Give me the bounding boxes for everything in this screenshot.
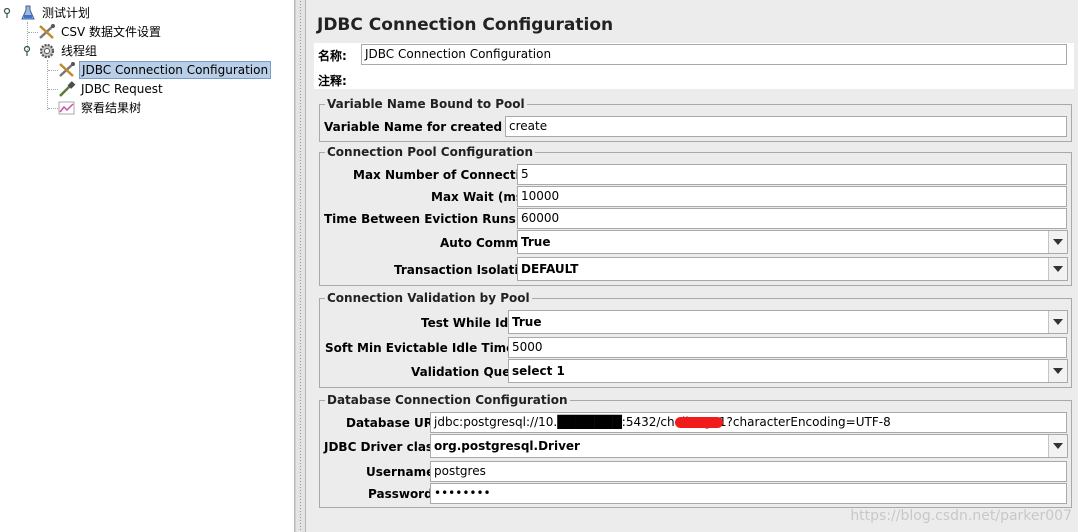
tree-connector (48, 89, 58, 90)
tree-node-label: 测试计划 (42, 6, 91, 20)
password-input[interactable]: •••••••• (430, 483, 1067, 504)
test-idle-select[interactable]: True (508, 310, 1068, 334)
tree-node-thread-group[interactable]: 线程组 (38, 42, 99, 60)
username-label: Username: (366, 465, 440, 479)
username-input[interactable]: postgres (430, 461, 1067, 482)
group-legend: Connection Pool Configuration (325, 145, 536, 159)
tree-node-label: 察看结果树 (81, 101, 142, 115)
tree-node-csv-config[interactable]: CSV 数据文件设置 (38, 23, 163, 41)
tree-node-jdbc-connection[interactable]: JDBC Connection Configuration (58, 61, 272, 79)
chevron-down-icon[interactable] (1048, 231, 1067, 253)
tree-node-result-tree[interactable]: 察看结果树 (58, 99, 143, 117)
splitter-handle[interactable] (295, 0, 306, 532)
chevron-down-icon[interactable] (1048, 360, 1067, 382)
name-label: 名称: (318, 49, 347, 63)
watermark: https://blog.csdn.net/parker007 (850, 508, 1072, 524)
page-title: JDBC Connection Configuration (317, 15, 614, 35)
driver-class-label: JDBC Driver class: (324, 440, 446, 454)
gear-icon (39, 43, 55, 59)
chevron-down-icon[interactable] (1048, 258, 1067, 280)
tools-icon (39, 24, 55, 39)
validation-query-select[interactable]: select 1 (508, 359, 1068, 383)
comment-label: 注释: (318, 74, 347, 88)
password-label: Password: (368, 487, 438, 501)
tree-node-label: 线程组 (61, 44, 98, 58)
soft-min-input[interactable]: 5000 (508, 337, 1067, 358)
database-url-input[interactable]: jdbc:postgresql://10.███████:5432/chelia… (430, 412, 1067, 433)
group-legend: Connection Validation by Pool (325, 291, 532, 305)
flask-icon (21, 5, 35, 20)
tree-connector (28, 32, 38, 33)
isolation-select[interactable]: DEFAULT (517, 257, 1068, 281)
auto-commit-select[interactable]: True (517, 230, 1068, 254)
test-plan-tree[interactable]: 测试计划 CSV 数据文件设置 线程组 JDBC Connection Conf… (0, 0, 295, 532)
expanded-toggle-icon[interactable] (3, 8, 11, 18)
tree-node-label: CSV 数据文件设置 (61, 25, 162, 39)
config-panel: JDBC Connection Configuration 名称: JDBC C… (306, 0, 1078, 532)
auto-commit-value: True (521, 235, 551, 249)
expanded-toggle-icon[interactable] (23, 46, 31, 56)
tree-connector (48, 108, 58, 109)
group-legend: Variable Name Bound to Pool (325, 97, 527, 111)
tools-icon (59, 62, 75, 77)
validation-query-value: select 1 (512, 364, 565, 378)
redaction-mark (675, 417, 723, 428)
tree-node-jdbc-request[interactable]: JDBC Request (58, 80, 165, 98)
max-connections-input[interactable]: 5 (517, 164, 1067, 185)
group-legend: Database Connection Configuration (325, 393, 570, 407)
database-url-value: jdbc:postgresql://10.███████:5432/chelia… (434, 415, 891, 429)
isolation-value: DEFAULT (521, 262, 579, 276)
tree-connector (48, 70, 58, 71)
var-name-input[interactable]: create (505, 116, 1067, 137)
pipette-icon (59, 81, 76, 97)
tree-node-test-plan[interactable]: 测试计划 (19, 4, 92, 22)
comment-input[interactable] (357, 69, 1068, 87)
tree-connector (47, 60, 48, 110)
driver-class-select[interactable]: org.postgresql.Driver (430, 434, 1068, 458)
chart-icon (58, 101, 75, 115)
chevron-down-icon[interactable] (1048, 311, 1067, 333)
tree-node-label-selected: JDBC Connection Configuration (79, 61, 272, 79)
max-wait-input[interactable]: 10000 (517, 186, 1067, 207)
chevron-down-icon[interactable] (1048, 435, 1067, 457)
name-input[interactable]: JDBC Connection Configuration (361, 44, 1067, 65)
test-idle-value: True (512, 315, 542, 329)
driver-class-value: org.postgresql.Driver (434, 439, 580, 453)
tree-node-label: JDBC Request (81, 82, 163, 96)
eviction-input[interactable]: 60000 (517, 208, 1067, 229)
